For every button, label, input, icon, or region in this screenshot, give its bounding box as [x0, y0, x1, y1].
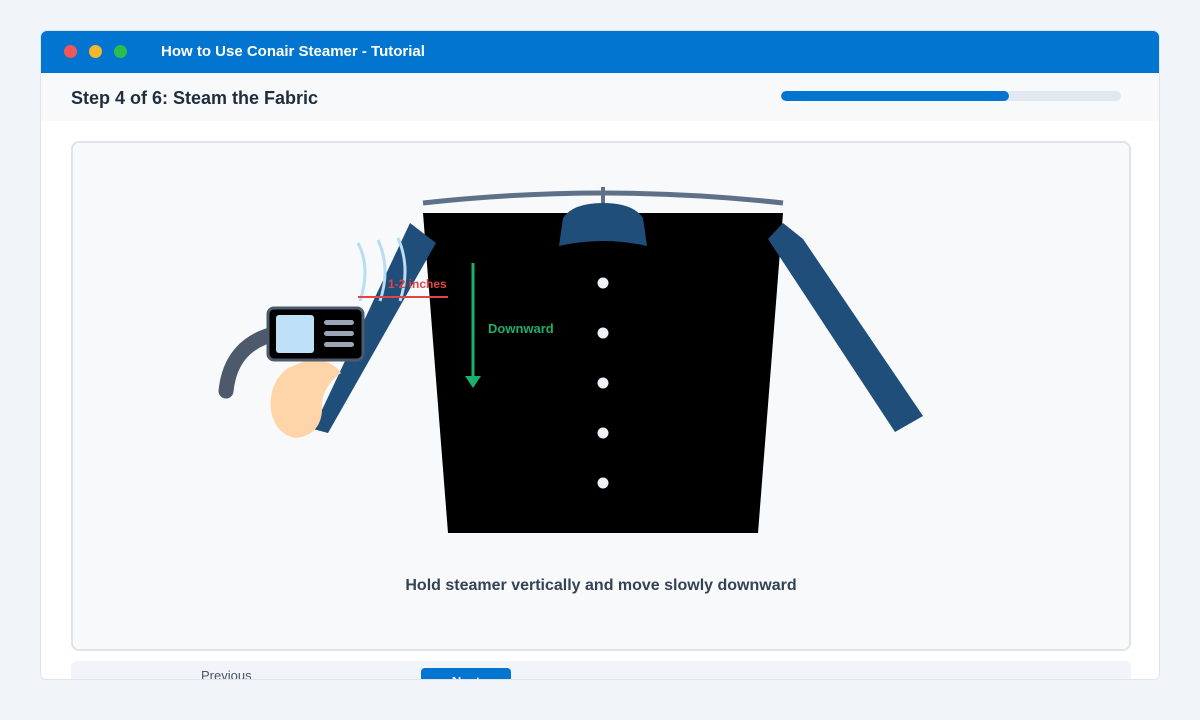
shirt-button: [597, 477, 609, 489]
shirt-button: [597, 327, 609, 339]
distance-label: 1-2 inches: [388, 277, 447, 291]
right-sleeve: [768, 223, 923, 432]
next-button[interactable]: Next: [421, 668, 511, 679]
steamer-vent-icon: [324, 331, 354, 336]
steamer-vent-icon: [324, 320, 354, 325]
progress-fill: [781, 91, 1009, 101]
navigation-bar: Previous Next: [71, 661, 1131, 679]
maximize-window-button[interactable]: [114, 45, 127, 58]
step-title: Step 4 of 6: Steam the Fabric: [71, 88, 319, 108]
shirt-collar: [559, 203, 647, 246]
previous-button[interactable]: Previous: [201, 668, 252, 679]
progress-bar: [781, 91, 1121, 101]
shirt-button: [597, 277, 609, 289]
window-title: How to Use Conair Steamer - Tutorial: [161, 43, 425, 60]
steamer-vent-icon: [324, 342, 354, 347]
shirt-button: [597, 427, 609, 439]
minimize-window-button[interactable]: [89, 45, 102, 58]
steaming-illustration: 1-2 inches Downward: [218, 187, 923, 533]
title-bar: How to Use Conair Steamer - Tutorial: [41, 31, 1159, 73]
illustration-card: 1-2 inches Downward Hold steamer vertica…: [71, 141, 1131, 651]
steamer-panel-icon: [276, 315, 314, 353]
app-window: How to Use Conair Steamer - Tutorial Ste…: [40, 30, 1160, 680]
step-header: Step 4 of 6: Steam the Fabric: [41, 73, 1159, 121]
close-window-button[interactable]: [64, 45, 77, 58]
shirt-button: [597, 377, 609, 389]
instruction-caption: Hold steamer vertically and move slowly …: [405, 577, 797, 594]
direction-label: Downward: [488, 321, 554, 336]
